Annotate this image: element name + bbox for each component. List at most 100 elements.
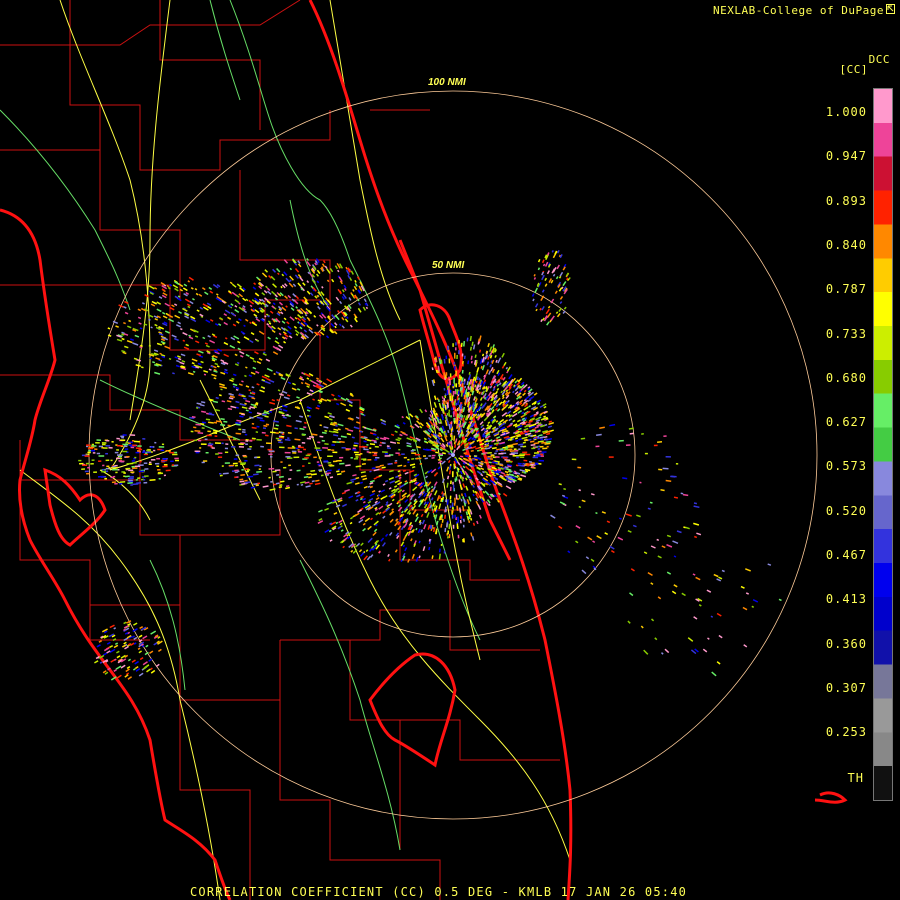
radar-echo-gate [595, 433, 602, 437]
radar-echo-gate [289, 267, 293, 271]
radar-echo-gate [480, 460, 484, 463]
radar-echo-gate [469, 381, 472, 385]
radar-echo-gate [469, 393, 472, 397]
radar-echo-gate [478, 391, 481, 395]
radar-echo-gate [505, 430, 509, 433]
radar-echo-gate [468, 371, 471, 375]
radar-echo-gate [469, 458, 473, 461]
radar-echo-gate [200, 401, 206, 404]
radar-echo-gate [149, 357, 153, 360]
radar-echo-gate [461, 356, 464, 362]
radar-echo-gate [751, 605, 755, 608]
radar-echo-gate [334, 498, 337, 502]
radar-echo-gate [375, 465, 381, 469]
radar-echo-gate [303, 426, 307, 429]
radar-echo-gate [459, 387, 462, 392]
radar-echo-gate [433, 514, 436, 518]
radar-echo-gate [488, 444, 493, 447]
radar-echo-gate [563, 487, 567, 491]
radar-echo-gate [239, 415, 244, 418]
radar-echo-gate [200, 404, 205, 407]
radar-echo-gate [201, 410, 207, 413]
radar-echo-gate [202, 336, 206, 340]
radar-echo-gate [355, 476, 360, 480]
radar-echo-gate [363, 440, 367, 443]
radar-echo-gate [430, 418, 434, 421]
radar-echo-gate [683, 526, 686, 529]
radar-echo-gate [767, 563, 772, 566]
radar-echo-gate [273, 420, 279, 423]
radar-echo-gate [492, 439, 496, 442]
radar-echo-gate [442, 403, 445, 407]
radar-echo-gate [540, 438, 544, 441]
radar-echo-gate [202, 421, 206, 424]
radar-echo-gate [262, 485, 269, 488]
radar-echo-gate [487, 356, 490, 360]
radar-echo-gate [490, 430, 494, 434]
color-scale-tick: 0.627 [825, 415, 867, 430]
radar-echo-gate [236, 419, 242, 422]
radar-echo-gate [316, 404, 321, 408]
radar-echo-gate [299, 399, 303, 402]
radar-echo-gate [524, 421, 528, 424]
radar-echo-gate [707, 637, 710, 640]
color-scale-tick: 0.893 [825, 193, 867, 208]
radar-echo-gate [522, 441, 526, 444]
radar-echo-gate [275, 482, 280, 485]
radar-echo-gate [418, 540, 421, 544]
radar-echo-gate [372, 428, 377, 432]
radar-echo-gate [158, 343, 163, 346]
radar-echo-gate [470, 449, 474, 452]
radar-echo-gate [378, 490, 381, 493]
radar-echo-gate [504, 466, 509, 469]
radar-echo-gate [472, 482, 476, 485]
radar-echo-gate [444, 514, 447, 519]
radar-echo-gate [523, 438, 528, 442]
radar-echo-gate [461, 377, 464, 382]
radar-echo-gate [238, 302, 241, 305]
radar-echo-gate [459, 413, 462, 417]
radar-echo-gate [319, 399, 323, 402]
radar-echo-gate [481, 353, 485, 357]
radar-echo-gate [430, 485, 434, 489]
radar-echo-gate [235, 388, 239, 391]
radar-echo-gate [150, 667, 153, 671]
radar-echo-gate [251, 426, 257, 429]
radar-echo-gate [484, 461, 488, 464]
radar-echo-gate [235, 432, 242, 435]
radar-echo-gate [132, 483, 139, 486]
radar-echo-gate [197, 431, 204, 434]
radar-echo-gate [326, 469, 332, 472]
radar-echo-gate [485, 350, 488, 354]
radar-echo-gate [463, 452, 467, 455]
radar-echo-gate [478, 387, 482, 390]
radar-echo-gate [532, 298, 535, 302]
radar-echo-gate [458, 410, 462, 416]
radar-echo-gate [256, 412, 262, 415]
radar-echo-gate [435, 369, 438, 374]
radar-echo-gate [265, 423, 270, 426]
radar-echo-gate [467, 392, 470, 397]
radar-echo-gate [282, 416, 287, 419]
radar-echo-gate [398, 476, 402, 480]
radar-echo-gate [438, 548, 441, 553]
radar-echo-gate [304, 481, 310, 484]
radar-echo-gate [281, 414, 285, 417]
radar-echo-gate [507, 444, 514, 447]
radar-echo-gate [435, 412, 438, 416]
radar-echo-gate [670, 475, 676, 478]
radar-echo-gate [333, 434, 339, 437]
radar-echo-gate [243, 324, 246, 328]
radar-echo-gate [248, 407, 251, 410]
radar-echo-gate [218, 394, 222, 397]
radar-echo-gate [460, 408, 464, 414]
radar-echo-gate [299, 415, 304, 418]
radar-echo-gate [466, 515, 470, 521]
radar-echo-gate [401, 415, 404, 419]
radar-echo-gate [476, 520, 479, 525]
radar-echo-gate [119, 481, 126, 484]
radar-echo-gate [524, 468, 531, 472]
radar-echo-gate [277, 272, 280, 276]
radar-echo-gate [241, 413, 246, 416]
radar-echo-gate [538, 434, 543, 437]
